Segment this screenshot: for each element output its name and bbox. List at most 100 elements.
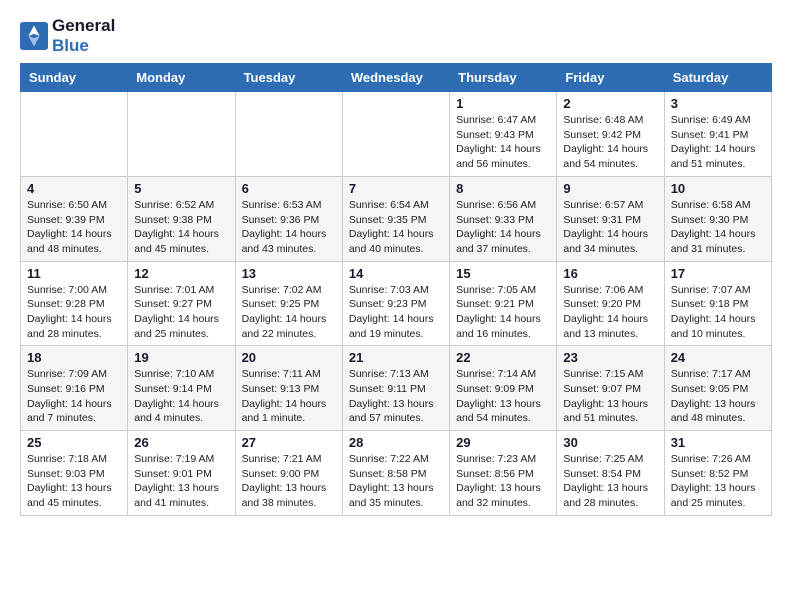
calendar-cell: 16 Sunrise: 7:06 AM Sunset: 9:20 PM Dayli… (557, 261, 664, 346)
calendar-week-2: 11 Sunrise: 7:00 AM Sunset: 9:28 PM Dayli… (21, 261, 772, 346)
day-detail: Sunrise: 6:48 AM Sunset: 9:42 PM Dayligh… (563, 113, 657, 172)
calendar-cell: 21 Sunrise: 7:13 AM Sunset: 9:11 PM Dayli… (342, 346, 449, 431)
day-number: 11 (27, 266, 121, 281)
day-number: 24 (671, 350, 765, 365)
day-detail: Sunrise: 6:54 AM Sunset: 9:35 PM Dayligh… (349, 198, 443, 257)
calendar-cell: 14 Sunrise: 7:03 AM Sunset: 9:23 PM Dayli… (342, 261, 449, 346)
day-detail: Sunrise: 7:14 AM Sunset: 9:09 PM Dayligh… (456, 367, 550, 426)
col-header-tuesday: Tuesday (235, 64, 342, 92)
day-detail: Sunrise: 7:26 AM Sunset: 8:52 PM Dayligh… (671, 452, 765, 511)
day-number: 7 (349, 181, 443, 196)
day-number: 13 (242, 266, 336, 281)
calendar-cell: 22 Sunrise: 7:14 AM Sunset: 9:09 PM Dayli… (450, 346, 557, 431)
day-number: 28 (349, 435, 443, 450)
day-number: 9 (563, 181, 657, 196)
day-number: 22 (456, 350, 550, 365)
day-detail: Sunrise: 6:57 AM Sunset: 9:31 PM Dayligh… (563, 198, 657, 257)
calendar-table: SundayMondayTuesdayWednesdayThursdayFrid… (20, 63, 772, 516)
day-detail: Sunrise: 6:58 AM Sunset: 9:30 PM Dayligh… (671, 198, 765, 257)
day-detail: Sunrise: 7:17 AM Sunset: 9:05 PM Dayligh… (671, 367, 765, 426)
day-detail: Sunrise: 7:06 AM Sunset: 9:20 PM Dayligh… (563, 283, 657, 342)
calendar-cell: 19Sunrise: 7:10 AM Sunset: 9:14 PM Dayli… (128, 346, 235, 431)
calendar-cell: 15 Sunrise: 7:05 AM Sunset: 9:21 PM Dayli… (450, 261, 557, 346)
day-detail: Sunrise: 7:05 AM Sunset: 9:21 PM Dayligh… (456, 283, 550, 342)
day-number: 31 (671, 435, 765, 450)
day-number: 30 (563, 435, 657, 450)
calendar-cell: 27 Sunrise: 7:21 AM Sunset: 9:00 PM Dayli… (235, 431, 342, 516)
day-detail: Sunrise: 7:22 AM Sunset: 8:58 PM Dayligh… (349, 452, 443, 511)
logo-text: General Blue (52, 16, 115, 55)
calendar-cell: 20 Sunrise: 7:11 AM Sunset: 9:13 PM Dayli… (235, 346, 342, 431)
day-detail: Sunrise: 7:00 AM Sunset: 9:28 PM Dayligh… (27, 283, 121, 342)
calendar-week-3: 18 Sunrise: 7:09 AM Sunset: 9:16 PM Dayli… (21, 346, 772, 431)
calendar-cell: 7 Sunrise: 6:54 AM Sunset: 9:35 PM Daylig… (342, 176, 449, 261)
logo-icon (20, 22, 48, 50)
calendar-cell (342, 92, 449, 177)
day-detail: Sunrise: 7:07 AM Sunset: 9:18 PM Dayligh… (671, 283, 765, 342)
day-number: 23 (563, 350, 657, 365)
calendar-cell: 30Sunrise: 7:25 AM Sunset: 8:54 PM Dayli… (557, 431, 664, 516)
day-number: 21 (349, 350, 443, 365)
day-number: 3 (671, 96, 765, 111)
calendar-cell: 18 Sunrise: 7:09 AM Sunset: 9:16 PM Dayli… (21, 346, 128, 431)
calendar-cell: 23 Sunrise: 7:15 AM Sunset: 9:07 PM Dayli… (557, 346, 664, 431)
day-detail: Sunrise: 7:02 AM Sunset: 9:25 PM Dayligh… (242, 283, 336, 342)
day-number: 25 (27, 435, 121, 450)
calendar-week-0: 1 Sunrise: 6:47 AM Sunset: 9:43 PM Daylig… (21, 92, 772, 177)
day-detail: Sunrise: 7:01 AM Sunset: 9:27 PM Dayligh… (134, 283, 228, 342)
calendar-cell: 17Sunrise: 7:07 AM Sunset: 9:18 PM Dayli… (664, 261, 771, 346)
day-number: 6 (242, 181, 336, 196)
day-number: 2 (563, 96, 657, 111)
calendar-cell: 4Sunrise: 6:50 AM Sunset: 9:39 PM Daylig… (21, 176, 128, 261)
day-number: 29 (456, 435, 550, 450)
day-detail: Sunrise: 7:19 AM Sunset: 9:01 PM Dayligh… (134, 452, 228, 511)
day-number: 27 (242, 435, 336, 450)
day-detail: Sunrise: 7:03 AM Sunset: 9:23 PM Dayligh… (349, 283, 443, 342)
calendar-cell (128, 92, 235, 177)
col-header-saturday: Saturday (664, 64, 771, 92)
col-header-monday: Monday (128, 64, 235, 92)
day-number: 5 (134, 181, 228, 196)
calendar-week-1: 4Sunrise: 6:50 AM Sunset: 9:39 PM Daylig… (21, 176, 772, 261)
calendar-cell: 10Sunrise: 6:58 AM Sunset: 9:30 PM Dayli… (664, 176, 771, 261)
day-number: 18 (27, 350, 121, 365)
day-number: 1 (456, 96, 550, 111)
day-number: 14 (349, 266, 443, 281)
day-detail: Sunrise: 7:09 AM Sunset: 9:16 PM Dayligh… (27, 367, 121, 426)
day-number: 8 (456, 181, 550, 196)
day-detail: Sunrise: 7:23 AM Sunset: 8:56 PM Dayligh… (456, 452, 550, 511)
day-detail: Sunrise: 7:15 AM Sunset: 9:07 PM Dayligh… (563, 367, 657, 426)
calendar-cell: 8Sunrise: 6:56 AM Sunset: 9:33 PM Daylig… (450, 176, 557, 261)
day-detail: Sunrise: 6:53 AM Sunset: 9:36 PM Dayligh… (242, 198, 336, 257)
day-detail: Sunrise: 6:52 AM Sunset: 9:38 PM Dayligh… (134, 198, 228, 257)
day-detail: Sunrise: 7:21 AM Sunset: 9:00 PM Dayligh… (242, 452, 336, 511)
calendar-cell: 29 Sunrise: 7:23 AM Sunset: 8:56 PM Dayli… (450, 431, 557, 516)
page-header: General Blue (20, 16, 772, 55)
day-detail: Sunrise: 6:49 AM Sunset: 9:41 PM Dayligh… (671, 113, 765, 172)
logo: General Blue (20, 16, 115, 55)
day-detail: Sunrise: 6:47 AM Sunset: 9:43 PM Dayligh… (456, 113, 550, 172)
calendar-cell: 5 Sunrise: 6:52 AM Sunset: 9:38 PM Daylig… (128, 176, 235, 261)
calendar-week-4: 25 Sunrise: 7:18 AM Sunset: 9:03 PM Dayli… (21, 431, 772, 516)
calendar-cell: 24 Sunrise: 7:17 AM Sunset: 9:05 PM Dayli… (664, 346, 771, 431)
calendar-cell: 11 Sunrise: 7:00 AM Sunset: 9:28 PM Dayli… (21, 261, 128, 346)
day-number: 16 (563, 266, 657, 281)
calendar-page: General Blue SundayMondayTuesdayWednesda… (0, 0, 792, 532)
day-number: 26 (134, 435, 228, 450)
calendar-header-row: SundayMondayTuesdayWednesdayThursdayFrid… (21, 64, 772, 92)
calendar-cell: 3 Sunrise: 6:49 AM Sunset: 9:41 PM Daylig… (664, 92, 771, 177)
calendar-cell: 31 Sunrise: 7:26 AM Sunset: 8:52 PM Dayli… (664, 431, 771, 516)
day-number: 15 (456, 266, 550, 281)
day-detail: Sunrise: 7:13 AM Sunset: 9:11 PM Dayligh… (349, 367, 443, 426)
day-detail: Sunrise: 7:10 AM Sunset: 9:14 PM Dayligh… (134, 367, 228, 426)
calendar-cell: 9 Sunrise: 6:57 AM Sunset: 9:31 PM Daylig… (557, 176, 664, 261)
col-header-thursday: Thursday (450, 64, 557, 92)
day-detail: Sunrise: 7:18 AM Sunset: 9:03 PM Dayligh… (27, 452, 121, 511)
day-number: 20 (242, 350, 336, 365)
calendar-cell: 2 Sunrise: 6:48 AM Sunset: 9:42 PM Daylig… (557, 92, 664, 177)
day-detail: Sunrise: 7:11 AM Sunset: 9:13 PM Dayligh… (242, 367, 336, 426)
calendar-cell: 1 Sunrise: 6:47 AM Sunset: 9:43 PM Daylig… (450, 92, 557, 177)
col-header-sunday: Sunday (21, 64, 128, 92)
calendar-cell: 13 Sunrise: 7:02 AM Sunset: 9:25 PM Dayli… (235, 261, 342, 346)
col-header-friday: Friday (557, 64, 664, 92)
